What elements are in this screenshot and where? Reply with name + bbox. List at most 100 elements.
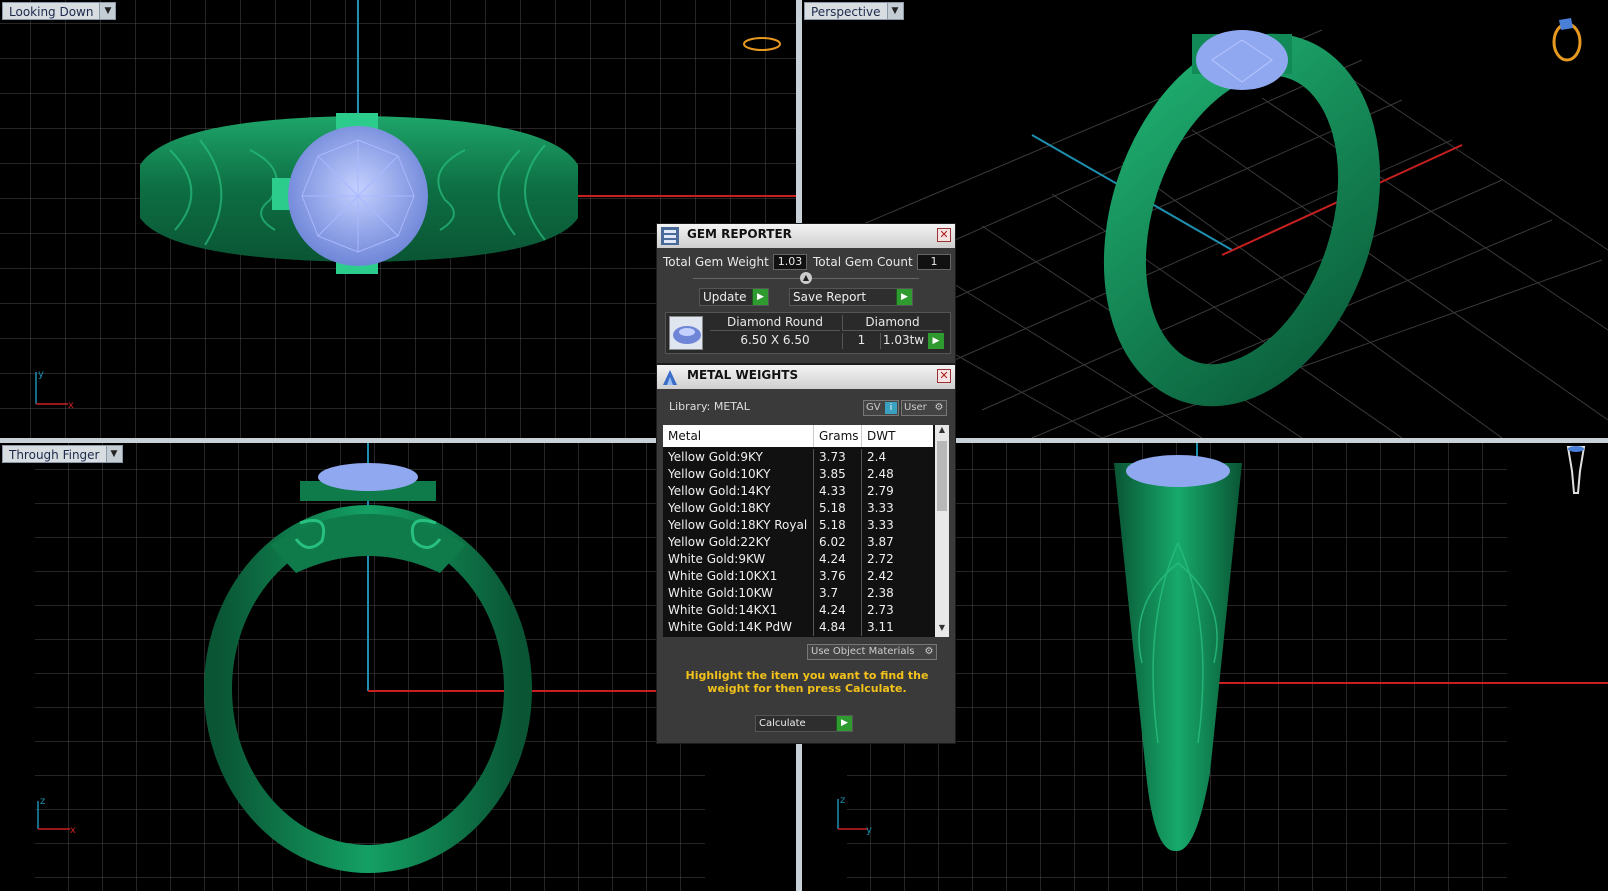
cell-dwt: 3.33 xyxy=(861,500,919,517)
scrollbar[interactable]: ▲ ▼ xyxy=(935,425,949,637)
table-row[interactable]: Yellow Gold:10KY 3.85 2.48 xyxy=(663,466,933,483)
metal-weight-icon xyxy=(663,370,677,385)
play-icon: ▶ xyxy=(836,716,852,731)
chevron-down-icon[interactable]: ▼ xyxy=(105,446,122,462)
table-row[interactable]: White Gold:14K PdW 4.84 3.11 xyxy=(663,619,933,636)
chevron-down-icon[interactable]: ▼ xyxy=(99,3,116,19)
metal-weights-title: METAL WEIGHTS xyxy=(687,368,799,382)
table-row[interactable]: White Gold:14KX1 4.24 2.73 xyxy=(663,602,933,619)
chevron-down-icon[interactable]: ▼ xyxy=(886,3,903,19)
viewport-label-perspective[interactable]: Perspective ▼ xyxy=(804,2,904,20)
ring-side-icon[interactable] xyxy=(1566,446,1586,494)
cell-metal: White Gold:9KW xyxy=(668,552,766,566)
gem-thumbnail[interactable] xyxy=(669,316,703,350)
cell-metal: White Gold:10KW xyxy=(668,586,773,600)
cell-dwt: 2.48 xyxy=(861,466,919,483)
cell-metal: White Gold:14K PdW xyxy=(668,620,793,634)
cell-metal: Yellow Gold:14KY xyxy=(668,484,771,498)
scroll-down-icon[interactable]: ▼ xyxy=(935,623,949,637)
gear-icon: ⚙ xyxy=(924,646,934,657)
diamond-round-icon xyxy=(673,326,701,344)
column-header-metal[interactable]: Metal xyxy=(663,425,813,447)
table-row[interactable]: White Gold:10KW 3.7 2.38 xyxy=(663,585,933,602)
gem-type: Diamond xyxy=(842,315,942,331)
gem-reporter-titlebar[interactable]: GEM REPORTER ✕ xyxy=(657,224,955,248)
gem-count: 1 xyxy=(842,333,880,349)
user-toggle[interactable]: User ⚙ xyxy=(901,400,947,416)
cell-grams: 4.33 xyxy=(813,483,861,500)
total-gem-weight-value: 1.03 xyxy=(773,254,807,270)
use-object-materials-toggle[interactable]: Use Object Materials ⚙ xyxy=(807,644,937,660)
total-gem-count-label: Total Gem Count xyxy=(813,255,913,269)
cell-dwt: 3.11 xyxy=(861,619,919,636)
column-header-grams[interactable]: Grams xyxy=(813,425,861,447)
gem-name: Diamond Round xyxy=(710,315,840,331)
svg-text:z: z xyxy=(840,795,845,806)
scroll-up-icon[interactable]: ▲ xyxy=(935,425,949,439)
metal-table: Metal Grams DWT Yellow Gold:9KY 3.73 2.4 Ye… xyxy=(663,425,949,637)
gem-report-icon xyxy=(661,227,679,245)
gem-list: Diamond Round Diamond 6.50 X 6.50 1 1.03… xyxy=(665,312,951,354)
calculate-button[interactable]: Calculate ▶ xyxy=(755,715,853,732)
collapse-arrow-icon[interactable]: ▲ xyxy=(800,272,812,284)
viewport-label-through-finger[interactable]: Through Finger ▼ xyxy=(2,445,123,463)
play-icon: ▶ xyxy=(896,289,912,305)
cell-metal: Yellow Gold:9KY xyxy=(668,450,763,464)
library-label: Library: METAL xyxy=(669,400,750,413)
cell-grams: 3.76 xyxy=(813,568,861,585)
gem-reporter-panel: GEM REPORTER ✕ Total Gem Weight 1.03 Tot… xyxy=(656,223,956,364)
viewport-label-looking-down[interactable]: Looking Down ▼ xyxy=(2,2,117,20)
calculate-hint: Highlight the item you want to find the … xyxy=(685,669,929,695)
gem-size: 6.50 X 6.50 xyxy=(740,333,810,347)
table-row[interactable]: White Gold:10KX1 3.76 2.42 xyxy=(663,568,933,585)
gv-toggle[interactable]: GV i xyxy=(863,400,899,416)
cell-grams: 6.02 xyxy=(813,534,861,551)
table-row[interactable]: Yellow Gold:9KY 3.73 2.4 xyxy=(663,449,933,466)
gem-reporter-title: GEM REPORTER xyxy=(687,227,792,241)
cell-grams: 5.18 xyxy=(813,517,861,534)
cell-dwt: 2.79 xyxy=(861,483,919,500)
ring-view-icon[interactable] xyxy=(1552,18,1582,62)
gear-icon: ⚙ xyxy=(934,402,944,413)
update-button[interactable]: Update ▶ xyxy=(699,288,769,306)
close-icon[interactable]: ✕ xyxy=(937,228,951,242)
svg-text:y: y xyxy=(866,825,872,836)
cell-grams: 4.24 xyxy=(813,602,861,619)
svg-text:x: x xyxy=(70,825,76,836)
svg-text:y: y xyxy=(38,369,44,380)
save-report-button[interactable]: Save Report ▶ xyxy=(789,288,913,306)
gem-side-profile xyxy=(1126,455,1230,487)
table-row[interactable]: Yellow Gold:18KY Royal 5.18 3.33 xyxy=(663,517,933,534)
cell-grams: 5.18 xyxy=(813,500,861,517)
cell-metal: Yellow Gold:18KY xyxy=(668,501,771,515)
total-gem-count-value: 1 xyxy=(917,254,951,270)
table-row[interactable]: Yellow Gold:14KY 4.33 2.79 xyxy=(663,483,933,500)
cell-grams: 3.73 xyxy=(813,449,861,466)
close-icon[interactable]: ✕ xyxy=(937,369,951,383)
table-row[interactable]: White Gold:9KW 4.24 2.72 xyxy=(663,551,933,568)
svg-text:z: z xyxy=(40,796,45,807)
cell-dwt: 2.72 xyxy=(861,551,919,568)
cell-dwt: 2.38 xyxy=(861,585,919,602)
table-row[interactable]: Yellow Gold:22KY 6.02 3.87 xyxy=(663,534,933,551)
cell-grams: 3.85 xyxy=(813,466,861,483)
total-gem-weight-label: Total Gem Weight xyxy=(663,255,769,269)
play-icon: ▶ xyxy=(752,289,768,305)
cell-dwt: 3.33 xyxy=(861,517,919,534)
cell-grams: 4.24 xyxy=(813,551,861,568)
info-icon: i xyxy=(885,402,897,414)
play-icon[interactable]: ▶ xyxy=(928,333,944,349)
cell-metal: White Gold:14KX1 xyxy=(668,603,778,617)
cell-grams: 3.7 xyxy=(813,585,861,602)
table-row[interactable]: Yellow Gold:18KY 5.18 3.33 xyxy=(663,500,933,517)
cell-metal: Yellow Gold:18KY Royal xyxy=(668,518,808,532)
cell-dwt: 3.87 xyxy=(861,534,919,551)
metal-weights-titlebar[interactable]: METAL WEIGHTS ✕ xyxy=(657,365,955,389)
gem-side-view xyxy=(318,463,418,491)
svg-text:x: x xyxy=(68,400,74,411)
cell-grams: 4.84 xyxy=(813,619,861,636)
column-header-dwt[interactable]: DWT xyxy=(861,425,919,447)
gem-perspective-view xyxy=(1196,30,1288,90)
scroll-thumb[interactable] xyxy=(937,441,947,511)
gem-weight: 1.03tw xyxy=(880,333,926,349)
